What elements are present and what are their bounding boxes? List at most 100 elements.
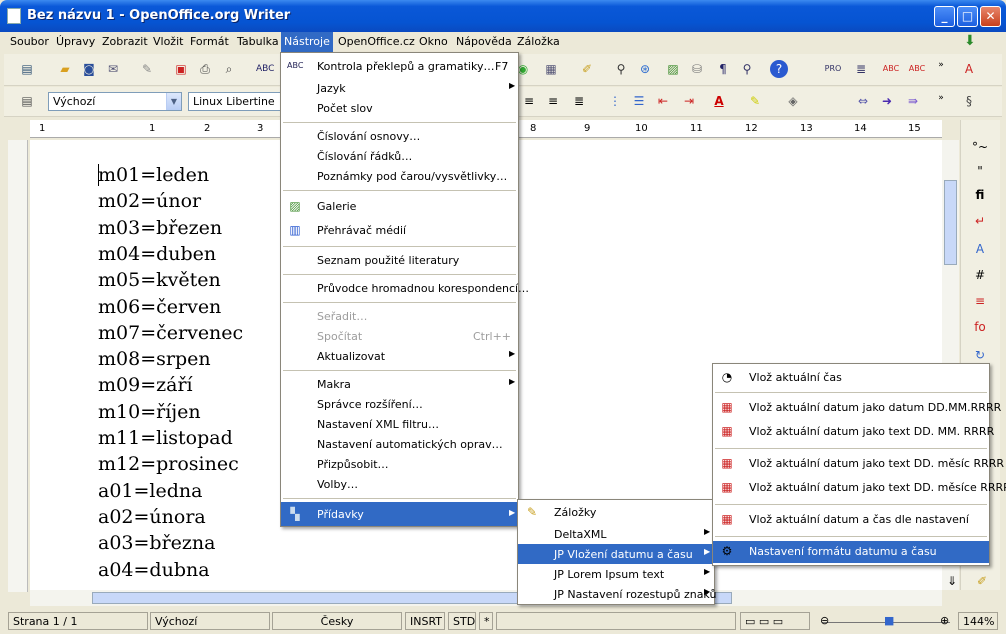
document-line[interactable]: a01=ledna — [98, 480, 202, 502]
scroll-thumb[interactable] — [944, 180, 957, 265]
quotes-icon[interactable]: " — [971, 162, 989, 180]
zoom-level[interactable]: 144% — [958, 612, 998, 630]
menu-format[interactable]: Formát — [190, 35, 229, 48]
insert-field-icon[interactable]: ↵ — [971, 212, 989, 230]
formatting-marks-icon[interactable]: ¶ — [714, 60, 732, 78]
menu-item-extension-manager[interactable]: Správce rozšíření… — [281, 394, 518, 414]
ligature-icon[interactable]: fi — [971, 186, 989, 204]
document-line[interactable]: a04=dubna — [98, 559, 210, 581]
compass-icon[interactable]: ⊛ — [636, 60, 654, 78]
document-line[interactable]: m10=říjen — [98, 401, 201, 423]
menu-item-media-player[interactable]: ▥ Přehrávač médií — [281, 220, 518, 240]
menu-item-update[interactable]: Aktualizovat ▶ — [281, 346, 518, 366]
styles-icon[interactable]: ▤ — [18, 92, 36, 110]
script-icon[interactable]: § — [960, 92, 978, 110]
gallery-toolbar-icon[interactable]: ▨ — [664, 60, 682, 78]
menu-vlozit[interactable]: Vložit — [153, 35, 183, 48]
menu-item-date-text-month-genitive[interactable]: ▦ Vlož aktuální datum jako text DD. měsí… — [713, 477, 1006, 499]
background-color-icon[interactable]: ◈ — [784, 92, 802, 110]
document-line[interactable]: m06=červen — [98, 296, 221, 318]
menu-item-language[interactable]: Jazyk ▶ — [281, 78, 518, 98]
zoom-out-icon[interactable]: ⊖ — [820, 614, 829, 627]
open-folder-icon[interactable]: ▰ — [56, 60, 74, 78]
bullets-icon[interactable]: ☰ — [630, 92, 648, 110]
menu-item-word-count[interactable]: Počet slov — [281, 98, 518, 118]
menu-item-xml-filter[interactable]: Nastavení XML filtru… — [281, 414, 518, 434]
menu-soubor[interactable]: Soubor — [10, 35, 49, 48]
menu-item-options[interactable]: Volby… — [281, 474, 518, 494]
align-right-icon[interactable]: ≡ — [544, 92, 562, 110]
menu-item-mail-merge[interactable]: Průvodce hromadnou korespondencí… — [281, 278, 529, 298]
document-line[interactable]: m02=únor — [98, 190, 201, 212]
menu-zalozka[interactable]: Záložka — [517, 35, 560, 48]
toolbar-more-icon[interactable]: » — [932, 56, 950, 74]
email-icon[interactable]: ✉ — [104, 60, 122, 78]
zoom-in-icon[interactable]: ⊕ — [940, 614, 949, 627]
scroll-down-icon[interactable]: ⇓ — [943, 572, 961, 590]
menu-item-line-numbering[interactable]: Číslování řádků… — [281, 146, 518, 166]
highlight-icon[interactable]: ✎ — [746, 92, 764, 110]
menu-item-bibliography[interactable]: Seznam použité literatury — [281, 250, 518, 270]
special-char-icon[interactable]: # — [971, 266, 989, 284]
menu-napoveda[interactable]: Nápověda — [456, 35, 512, 48]
increase-indent-icon[interactable]: ⇥ — [680, 92, 698, 110]
menu-item-date-time-settings[interactable]: ▦ Vlož aktuální datum a čas dle nastaven… — [713, 509, 989, 531]
menu-item-footnotes[interactable]: Poznámky pod čarou/vysvětlivky… — [281, 166, 518, 186]
document-line[interactable]: a02=února — [98, 506, 206, 528]
zoom-icon[interactable]: ⚲ — [738, 60, 756, 78]
justify-icon[interactable]: ≣ — [570, 92, 588, 110]
document-line[interactable]: m11=listopad — [98, 427, 233, 449]
view-layout-icons[interactable]: ▭ ▭ ▭ — [740, 612, 810, 630]
insert-mode[interactable]: INSRT — [405, 612, 445, 630]
menu-tabulka[interactable]: Tabulka — [237, 35, 279, 48]
font-name-select[interactable]: Linux Libertine — [188, 92, 284, 111]
function-icon[interactable]: fo — [971, 318, 989, 336]
menu-item-date-text-dd-mm-rrrr[interactable]: ▦ Vlož aktuální datum jako text DD. MM. … — [713, 421, 994, 443]
align-center-icon[interactable]: ≡ — [520, 92, 538, 110]
font-replace-icon[interactable]: A — [960, 60, 978, 78]
menu-zobrazit[interactable]: Zobrazit — [102, 35, 148, 48]
menu-item-customize[interactable]: Přizpůsobit… — [281, 454, 518, 474]
document-line[interactable]: m07=červenec — [98, 322, 243, 344]
paragraph-style-select[interactable]: Výchozí ▼ — [48, 92, 182, 111]
decrease-indent-icon[interactable]: ⇤ — [654, 92, 672, 110]
menu-item-macros[interactable]: Makra ▶ — [281, 374, 518, 394]
document-line[interactable]: m03=březen — [98, 217, 222, 239]
menu-item-jp-char-spacing[interactable]: JP Nastavení rozestupů znaků ▶ — [518, 584, 716, 604]
degree-icon[interactable]: °~ — [971, 138, 989, 156]
menu-item-addons[interactable]: ▚ Přídavky ▶ — [281, 502, 518, 526]
menu-item-deltaxml[interactable]: DeltaXML ▶ — [518, 524, 714, 544]
page-style[interactable]: Výchozí — [150, 612, 270, 630]
edit-icon[interactable]: ✐ — [973, 572, 991, 590]
save-icon[interactable]: ◙ — [80, 60, 98, 78]
menu-item-date-ddmmrrrr[interactable]: ▦ Vlož aktuální datum jako datum DD.MM.R… — [713, 397, 1001, 419]
menu-item-date-format-settings[interactable]: ⚙ Nastavení formátu datumu a času — [713, 541, 989, 563]
horizontal-scrollbar[interactable] — [30, 590, 942, 606]
draw-icon[interactable]: ✐ — [578, 60, 596, 78]
arrows-left-right-icon[interactable]: ⇔ — [854, 92, 872, 110]
vertical-ruler[interactable] — [8, 140, 28, 592]
document-line[interactable]: m05=květen — [98, 269, 221, 291]
arrow-right-icon[interactable]: ➜ — [878, 92, 896, 110]
close-button[interactable]: ✕ — [980, 6, 1001, 27]
arrow-right-double-icon[interactable]: ⇛ — [904, 92, 922, 110]
abc-check-icon[interactable]: ABC — [882, 60, 900, 78]
case-icon[interactable]: A — [971, 240, 989, 258]
menu-upravy[interactable]: Úpravy — [56, 35, 95, 48]
font-color-icon[interactable]: A — [710, 92, 728, 110]
spacing-icon[interactable]: ≡ — [971, 292, 989, 310]
pro-icon[interactable]: PRO — [824, 60, 842, 78]
document-line[interactable]: m09=září — [98, 374, 193, 396]
menu-item-jp-lorem-ipsum[interactable]: JP Lorem Ipsum text ▶ — [518, 564, 714, 584]
menu-item-jp-date-time[interactable]: JP Vložení datumu a času ▶ — [518, 544, 714, 564]
chevron-down-icon[interactable]: ▼ — [166, 93, 181, 110]
find-icon[interactable]: ⚲ — [612, 60, 630, 78]
language-indicator[interactable]: Česky — [272, 612, 402, 630]
refresh-icon[interactable]: ↻ — [971, 346, 989, 364]
new-document-icon[interactable]: ▤ — [18, 60, 36, 78]
edit-file-icon[interactable]: ✎ — [138, 60, 156, 78]
document-line[interactable]: m01=leden — [98, 164, 209, 186]
minimize-button[interactable]: _ — [934, 6, 955, 27]
menu-nastroje[interactable]: Nástroje — [281, 32, 333, 52]
database-icon[interactable]: ⛁ — [688, 60, 706, 78]
